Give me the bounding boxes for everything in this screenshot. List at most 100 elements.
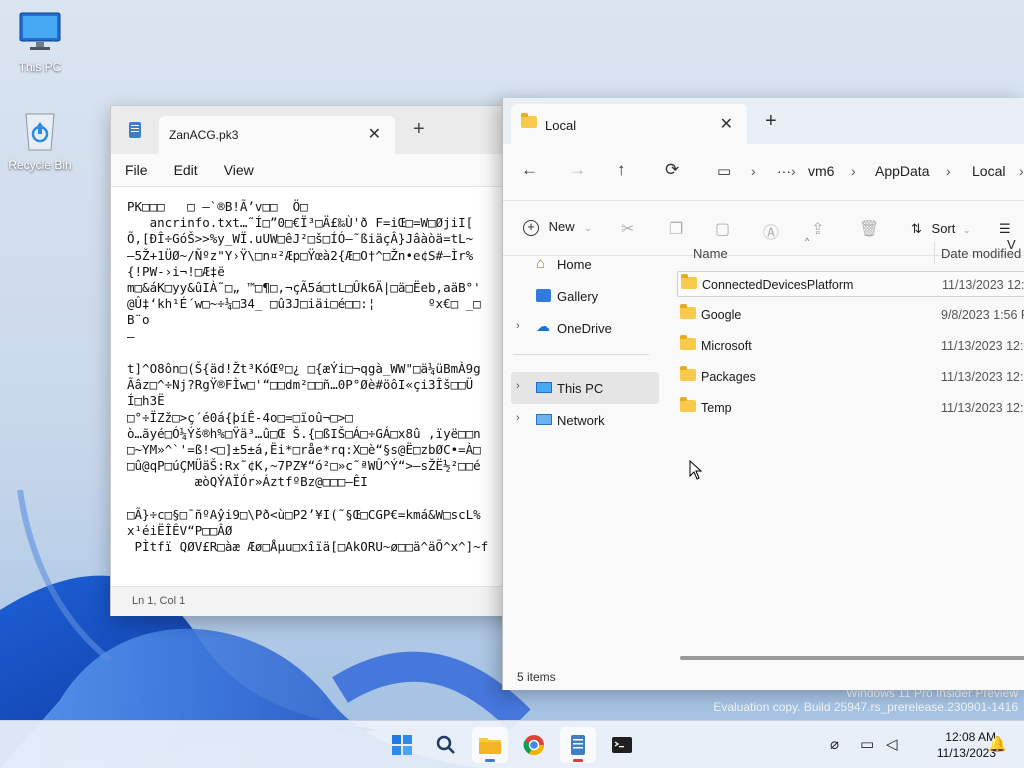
share-icon[interactable]: ⇪ <box>811 219 824 239</box>
explorer-tab-title: Local <box>545 118 577 133</box>
taskbar: ⌀ ▭ ◁ 12:08 AM 11/13/2023 🔔 <box>0 720 1024 768</box>
cloud-icon: ☁ <box>536 318 550 334</box>
folder-icon <box>521 113 537 128</box>
display-tray-icon[interactable]: ▭ <box>860 735 874 753</box>
sidebar-item-label: OneDrive <box>557 321 612 336</box>
refresh-icon[interactable]: ⟳ <box>665 160 679 180</box>
sidebar-item-this-pc[interactable]: › This PC <box>511 372 659 404</box>
chevron-right-icon[interactable]: › <box>516 412 520 424</box>
plus-circle-icon: + <box>523 220 539 236</box>
file-date: 11/13/2023 12:08 <box>942 278 1024 292</box>
notepad-text-area[interactable]: PK□□□ □ –`®B!Ã’v□□ Ö□ ancrinfo.txt…˜Í□”0… <box>111 186 539 586</box>
copy-icon[interactable]: ❐ <box>669 219 683 239</box>
file-row[interactable]: Temp 11/13/2023 12:08 <box>677 395 1024 421</box>
sidebar-item-label: This PC <box>557 381 604 396</box>
running-indicator <box>573 759 583 762</box>
sidebar-divider <box>513 354 649 355</box>
delete-icon[interactable]: 🗑 <box>859 219 879 239</box>
new-button[interactable]: + New ⌄ <box>523 219 592 236</box>
notepad-tab-bar: ZanACG.pk3 ✕ + <box>111 106 539 154</box>
file-row[interactable]: Packages 11/13/2023 12:08 <box>677 364 1024 390</box>
search-icon <box>436 735 455 754</box>
file-row[interactable]: Google 9/8/2023 1:56 PM <box>677 302 1024 328</box>
menu-file[interactable]: File <box>125 162 148 178</box>
mouse-cursor-icon <box>689 460 703 480</box>
folder-icon <box>680 397 696 412</box>
sidebar-item-label: Network <box>557 413 605 428</box>
column-header: ^ Name Date modified <box>663 236 1024 270</box>
taskbar-file-explorer[interactable] <box>472 727 508 763</box>
taskbar-chrome[interactable] <box>516 727 552 763</box>
chevron-right-icon[interactable]: › <box>516 320 520 332</box>
gallery-icon <box>536 289 551 302</box>
new-tab-button[interactable]: + <box>413 118 425 141</box>
sort-button[interactable]: ⇅ Sort ⌄ <box>911 221 971 237</box>
breadcrumb-separator-icon: › <box>751 163 756 179</box>
close-tab-icon[interactable]: ✕ <box>720 114 733 134</box>
chevron-right-icon[interactable]: › <box>516 380 520 392</box>
up-arrow-icon[interactable]: ↑ <box>617 160 626 180</box>
network-tray-icon[interactable]: ⌀ <box>830 735 839 753</box>
folder-icon <box>680 304 696 319</box>
menu-edit[interactable]: Edit <box>174 162 198 178</box>
sidebar-item-label: Gallery <box>557 289 599 304</box>
column-date-modified[interactable]: Date modified <box>941 246 1021 261</box>
horizontal-scrollbar[interactable] <box>680 656 1024 660</box>
file-row[interactable]: ConnectedDevicesPlatform 11/13/2023 12:0… <box>677 271 1024 297</box>
desktop-icon-recycle-bin[interactable]: Recycle Bin <box>0 108 80 172</box>
network-icon <box>536 414 552 425</box>
file-date: 11/13/2023 12:08 <box>941 401 1024 415</box>
cut-icon[interactable]: ✂ <box>621 219 634 239</box>
windows-watermark: Windows 11 Pro Insider Preview Evaluatio… <box>713 686 1018 714</box>
column-name[interactable]: Name <box>693 246 728 261</box>
sidebar-item-network[interactable]: › Network <box>511 404 659 436</box>
menu-view[interactable]: View <box>224 162 254 178</box>
sidebar-item-onedrive[interactable]: › ☁ OneDrive <box>511 312 659 344</box>
sort-caret-icon: ^ <box>805 236 810 246</box>
notepad-icon <box>571 735 585 755</box>
close-tab-icon[interactable]: ✕ <box>368 124 381 144</box>
sidebar-item-label: Home <box>557 257 592 272</box>
volume-tray-icon[interactable]: ◁ <box>886 735 898 753</box>
notification-bell-icon[interactable]: 🔔 <box>988 735 1007 753</box>
computer-icon <box>536 382 552 393</box>
folder-icon <box>680 335 696 350</box>
file-row[interactable]: Microsoft 11/13/2023 12:08 <box>677 333 1024 359</box>
breadcrumb-separator-icon: › <box>1019 163 1024 179</box>
start-button[interactable] <box>384 727 420 763</box>
forward-arrow-icon[interactable]: → <box>569 160 586 180</box>
file-date: 9/8/2023 1:56 PM <box>941 308 1024 322</box>
folder-icon <box>479 738 501 754</box>
cursor-position: Ln 1, Col 1 <box>132 595 186 607</box>
file-date: 11/13/2023 12:08 <box>941 339 1024 353</box>
sidebar-item-home[interactable]: ⌂ Home <box>511 248 659 280</box>
running-indicator <box>485 759 495 762</box>
file-list: ^ Name Date modified ConnectedDevicesPla… <box>663 236 1024 660</box>
file-date: 11/13/2023 12:08 <box>941 370 1024 384</box>
breadcrumb-overflow[interactable]: ··· <box>777 163 791 179</box>
explorer-tab-bar: Local ✕ + <box>503 98 1024 144</box>
back-arrow-icon[interactable]: ← <box>521 160 538 180</box>
column-divider[interactable] <box>934 242 935 264</box>
notepad-app-icon <box>129 122 141 138</box>
file-name: Microsoft <box>701 339 752 353</box>
breadcrumb-item[interactable]: vm6 <box>808 163 834 179</box>
search-button[interactable] <box>428 727 464 763</box>
chrome-icon <box>523 735 545 756</box>
notepad-tab[interactable]: ZanACG.pk3 ✕ <box>159 116 395 154</box>
file-name: Temp <box>701 401 732 415</box>
taskbar-notepad[interactable] <box>560 727 596 763</box>
desktop-icon-this-pc[interactable]: This PC <box>0 10 80 74</box>
taskbar-terminal[interactable] <box>604 727 640 763</box>
desktop-icon-label: This PC <box>18 60 62 74</box>
windows-logo-icon <box>392 735 412 755</box>
home-icon: ⌂ <box>536 255 546 272</box>
explorer-tab[interactable]: Local ✕ <box>511 104 747 144</box>
folder-icon <box>681 274 697 289</box>
paste-icon[interactable]: ▢ <box>715 219 730 239</box>
breadcrumb-item[interactable]: AppData <box>875 163 929 179</box>
new-button-label: New <box>548 219 575 234</box>
new-tab-button[interactable]: + <box>765 110 777 133</box>
breadcrumb-item[interactable]: Local <box>972 163 1005 179</box>
sidebar-item-gallery[interactable]: Gallery <box>511 280 659 312</box>
